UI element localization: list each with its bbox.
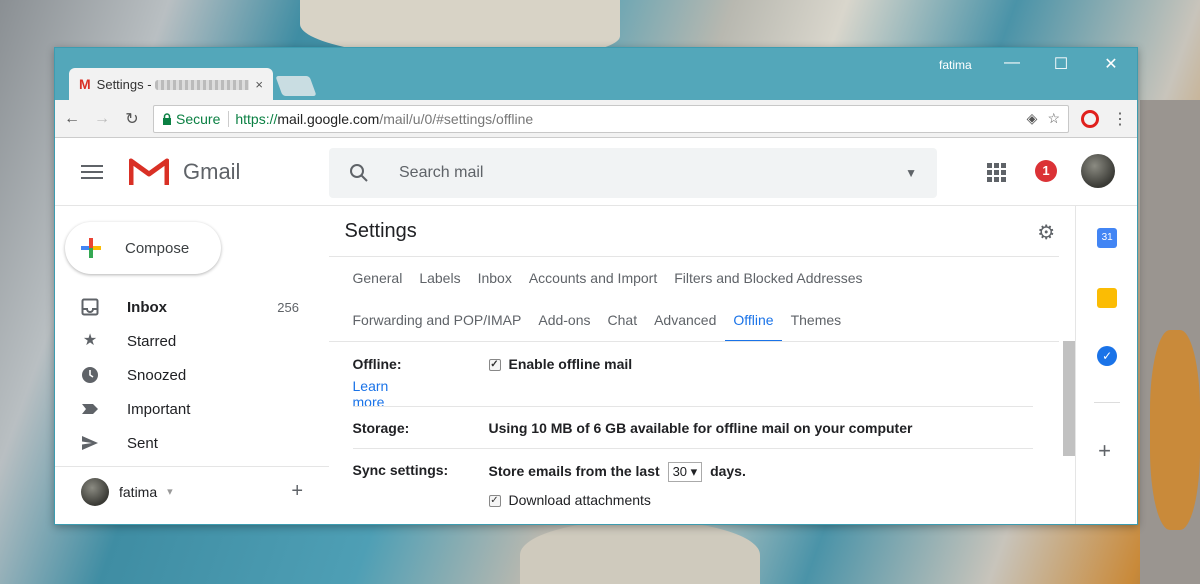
sidebar-item-inbox[interactable]: Inbox 256 bbox=[55, 290, 329, 324]
page-title: Settings bbox=[344, 220, 417, 242]
offline-setting-row: Offline: Learn more ✓ Enable offline mail bbox=[352, 356, 1034, 410]
browser-window: M Settings - × fatima — ☐ ✕ ← → ↻ Secure… bbox=[54, 47, 1138, 525]
sidebar-item-snoozed[interactable]: Snoozed bbox=[55, 358, 329, 392]
main-menu-icon[interactable] bbox=[81, 161, 103, 183]
send-icon bbox=[81, 434, 99, 452]
reload-icon[interactable]: ↻ bbox=[123, 109, 141, 129]
tab-close-icon[interactable]: × bbox=[255, 77, 263, 92]
hangouts-chevron-down-icon[interactable]: ▾ bbox=[167, 485, 173, 498]
bookmark-star-icon[interactable]: ☆ bbox=[1047, 110, 1060, 127]
compose-plus-icon bbox=[81, 238, 101, 258]
tab-general[interactable]: General bbox=[353, 270, 403, 296]
sidebar-item-label: Sent bbox=[127, 434, 158, 452]
gmail-logo-icon[interactable] bbox=[128, 156, 170, 187]
star-icon: ★ bbox=[82, 332, 98, 349]
tab-chat[interactable]: Chat bbox=[608, 312, 638, 342]
back-arrow-icon[interactable]: ← bbox=[63, 110, 81, 128]
gear-icon[interactable]: ⚙ bbox=[1037, 220, 1055, 245]
download-attachments-option[interactable]: ✓ Download attachments bbox=[488, 492, 651, 508]
mail-nav-list: Inbox 256 ★ Starred Snoozed Important Se… bbox=[55, 290, 329, 460]
tab-add-ons[interactable]: Add-ons bbox=[538, 312, 590, 342]
browser-menu-icon[interactable]: ⋮ bbox=[1111, 109, 1129, 129]
redacted-email bbox=[155, 80, 250, 91]
sidebar-item-sent[interactable]: Sent bbox=[55, 426, 329, 460]
account-avatar[interactable] bbox=[1081, 154, 1115, 188]
minimize-button[interactable]: — bbox=[992, 54, 1032, 72]
apps-grid-icon[interactable] bbox=[987, 163, 1006, 182]
sidebar-item-label: Important bbox=[127, 400, 191, 418]
download-attachments-label: Download attachments bbox=[508, 492, 651, 508]
extension-diamond-icon[interactable]: ◈ bbox=[1027, 110, 1038, 127]
sync-days-select[interactable]: 30 ▾ bbox=[667, 462, 703, 482]
close-window-button[interactable]: ✕ bbox=[1091, 54, 1131, 74]
settings-panel: Settings ⚙ General Labels Inbox Accounts… bbox=[328, 206, 1076, 524]
sidebar-item-label: Inbox bbox=[127, 298, 167, 316]
storage-value: Using 10 MB of 6 GB available for offlin… bbox=[488, 420, 913, 436]
opera-extension-icon[interactable] bbox=[1081, 109, 1099, 128]
settings-scrollbar[interactable] bbox=[1063, 341, 1076, 456]
search-icon[interactable] bbox=[349, 163, 369, 183]
inbox-count: 256 bbox=[277, 299, 299, 315]
forward-arrow-icon[interactable]: → bbox=[93, 110, 111, 128]
url-input[interactable]: Secure https://mail.google.com/mail/u/0/… bbox=[153, 104, 1069, 133]
tab-title: Settings - bbox=[97, 77, 250, 92]
search-bar[interactable]: Search mail ▼ bbox=[329, 148, 937, 198]
wallpaper-shape bbox=[520, 520, 760, 584]
wallpaper-shape bbox=[1150, 330, 1200, 530]
enable-offline-label: Enable offline mail bbox=[508, 356, 633, 372]
tab-advanced[interactable]: Advanced bbox=[654, 312, 716, 342]
enable-offline-option[interactable]: ✓ Enable offline mail bbox=[488, 356, 633, 372]
new-tab-button[interactable] bbox=[275, 76, 317, 96]
enable-offline-checkbox[interactable]: ✓ bbox=[488, 359, 501, 372]
settings-tabs-row-1: General Labels Inbox Accounts and Import… bbox=[353, 270, 863, 296]
calendar-icon[interactable]: 31 bbox=[1097, 228, 1118, 248]
storage-label: Storage: bbox=[352, 420, 410, 436]
sidebar-item-label: Starred bbox=[127, 332, 177, 350]
side-panel-rail: 31 ✓ + bbox=[1075, 206, 1137, 524]
sidebar-item-label: Snoozed bbox=[127, 366, 187, 384]
compose-button[interactable]: Compose bbox=[65, 222, 221, 274]
search-input[interactable]: Search mail bbox=[399, 164, 875, 182]
search-options-chevron-down-icon[interactable]: ▼ bbox=[905, 166, 917, 180]
compose-label: Compose bbox=[125, 239, 190, 257]
offline-label: Offline: Learn more bbox=[352, 356, 402, 410]
browser-tab-settings[interactable]: M Settings - × bbox=[69, 68, 273, 100]
tab-inbox[interactable]: Inbox bbox=[478, 270, 512, 296]
tab-labels[interactable]: Labels bbox=[419, 270, 460, 296]
address-bar: ← → ↻ Secure https://mail.google.com/mai… bbox=[55, 100, 1137, 138]
get-addons-plus-icon[interactable]: + bbox=[1098, 438, 1111, 464]
lock-icon bbox=[163, 112, 171, 125]
tab-forwarding-and-pop-imap[interactable]: Forwarding and POP/IMAP bbox=[353, 312, 522, 342]
tab-offline[interactable]: Offline bbox=[725, 312, 782, 342]
hangouts-user-name[interactable]: fatima bbox=[119, 484, 157, 500]
sync-label: Sync settings: bbox=[352, 462, 449, 478]
important-marker-icon bbox=[81, 400, 99, 418]
sync-value: Store emails from the last 30 ▾ days. bbox=[489, 462, 746, 482]
gmail-brand-text[interactable]: Gmail bbox=[183, 159, 240, 185]
url-text: https://mail.google.com/mail/u/0/#settin… bbox=[235, 110, 534, 127]
keep-lightbulb-icon[interactable] bbox=[1097, 288, 1118, 308]
hangouts-avatar[interactable] bbox=[81, 477, 109, 506]
tab-accounts-and-import[interactable]: Accounts and Import bbox=[529, 270, 657, 296]
sidebar-item-starred[interactable]: ★ Starred bbox=[55, 324, 329, 358]
maximize-button[interactable]: ☐ bbox=[1041, 54, 1081, 74]
gmail-favicon-icon: M bbox=[79, 76, 91, 92]
inbox-icon bbox=[81, 298, 99, 316]
settings-tabs-row-2: Forwarding and POP/IMAP Add-ons Chat Adv… bbox=[353, 312, 842, 342]
tab-filters-and-blocked-addresses[interactable]: Filters and Blocked Addresses bbox=[674, 270, 862, 296]
clock-icon bbox=[81, 366, 99, 384]
secure-label: Secure bbox=[176, 110, 221, 127]
sidebar-item-important[interactable]: Important bbox=[55, 392, 329, 426]
tab-themes[interactable]: Themes bbox=[791, 312, 842, 342]
notification-badge[interactable]: 1 bbox=[1035, 160, 1057, 182]
window-profile-name[interactable]: fatima bbox=[939, 58, 972, 72]
secure-indicator[interactable]: Secure bbox=[162, 110, 230, 127]
sidebar: Compose Inbox 256 ★ Starred Snoozed Impo… bbox=[55, 206, 329, 524]
tasks-check-icon[interactable]: ✓ bbox=[1097, 346, 1118, 366]
hangouts-bar: fatima ▾ + bbox=[55, 466, 329, 516]
gmail-header: Gmail Search mail ▼ 1 bbox=[55, 138, 1137, 206]
title-bar: M Settings - × fatima — ☐ ✕ bbox=[55, 48, 1137, 100]
new-chat-plus-icon[interactable]: + bbox=[291, 480, 303, 503]
download-attachments-checkbox[interactable]: ✓ bbox=[488, 495, 501, 508]
